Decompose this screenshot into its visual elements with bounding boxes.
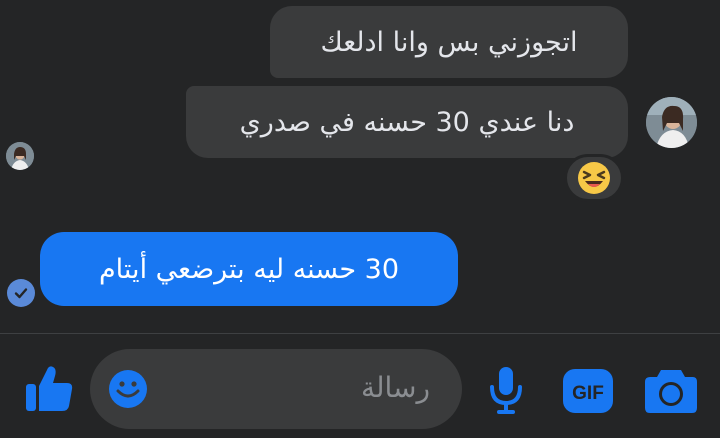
seen-check-icon [7, 279, 35, 307]
microphone-icon [490, 367, 522, 414]
emoji-icon [109, 370, 147, 408]
message-reaction[interactable] [564, 154, 624, 202]
message-text: اتجوزني بس وانا ادلعك [320, 26, 578, 58]
like-icon [26, 366, 73, 411]
camera-button[interactable] [644, 365, 698, 419]
like-button[interactable] [20, 362, 76, 418]
message-bubble-incoming[interactable]: اتجوزني بس وانا ادلعك [270, 6, 628, 78]
message-bubble-incoming[interactable]: دنا عندي 30 حسنه في صدري [186, 86, 628, 158]
message-text: دنا عندي 30 حسنه في صدري [239, 106, 575, 138]
message-bubble-outgoing[interactable]: 30 حسنه ليه بترضعي أيتام [40, 232, 458, 306]
divider [0, 333, 720, 334]
contact-avatar[interactable] [646, 97, 697, 148]
camera-icon [645, 370, 697, 413]
voice-message-button[interactable] [488, 365, 524, 419]
message-placeholder: رسالة [360, 371, 430, 404]
message-text: 30 حسنه ليه بترضعي أيتام [98, 253, 400, 285]
message-input[interactable]: رسالة [90, 349, 462, 429]
svg-text:GIF: GIF [572, 383, 604, 404]
laughing-emoji-icon [578, 162, 610, 194]
gif-icon: GIF [563, 369, 613, 413]
gif-button[interactable]: GIF [562, 368, 614, 418]
my-avatar[interactable] [6, 142, 34, 170]
emoji-button[interactable] [108, 369, 148, 409]
